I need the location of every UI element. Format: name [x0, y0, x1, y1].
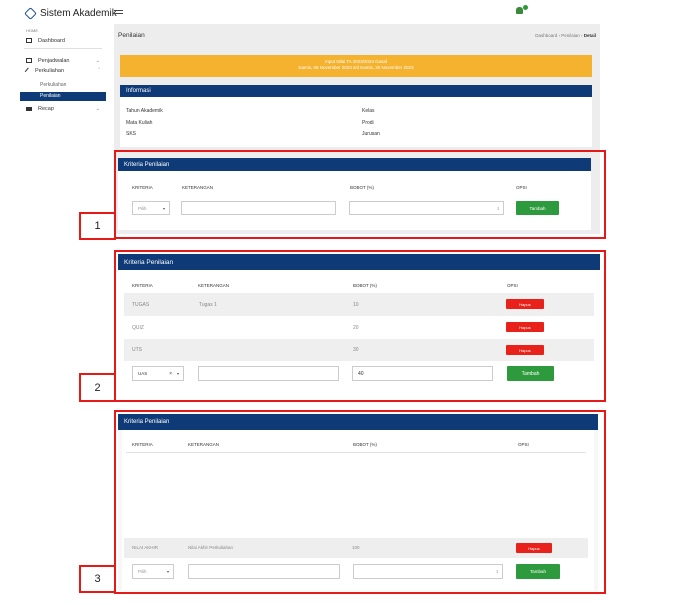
- info-label: Tahun Akademik: [126, 108, 163, 114]
- info-label: SKS: [126, 131, 137, 137]
- breadcrumb-detail: Detail: [583, 33, 596, 38]
- sidebar-item-dashboard[interactable]: Dashboard: [20, 36, 106, 45]
- sidebar-item-perkuliahan[interactable]: Perkuliahan ˆ: [20, 66, 106, 75]
- info-card: Informasi Tahun Akademik Mata Kuliah SKS…: [120, 85, 592, 147]
- sidebar-item-recap[interactable]: Recap ⌄: [20, 104, 106, 113]
- annotation-label-1: 1: [79, 212, 116, 240]
- sidebar-section-home: HOME: [26, 28, 38, 33]
- notification-bell-icon[interactable]: [516, 5, 528, 16]
- sidebar-subitem-perkuliahan[interactable]: Perkuliahan: [40, 82, 66, 88]
- page-header: Penilaian Dashboard › Penilaian › Detail: [118, 30, 596, 42]
- sidebar-item-label: Penjadwalan: [38, 57, 70, 64]
- breadcrumb-penilaian[interactable]: Penilaian: [561, 33, 580, 38]
- sidebar-item-label: Dashboard: [38, 37, 65, 44]
- highlight-box-1: [114, 150, 606, 239]
- dashboard-icon: [26, 38, 32, 43]
- breadcrumb: Dashboard › Penilaian › Detail: [535, 33, 596, 38]
- info-card-header: Informasi: [120, 85, 592, 97]
- logo-icon: [24, 7, 37, 20]
- info-label: Mata Kuliah: [126, 120, 153, 126]
- page-title: Penilaian: [118, 32, 145, 39]
- chevron-down-icon: ⌄: [95, 57, 100, 64]
- pencil-icon: [24, 67, 31, 74]
- sidebar-item-label: Perkuliahan: [35, 67, 65, 74]
- banner-dates: Kamis, 09 November 2023 s/d Kamis, 30 No…: [298, 65, 414, 71]
- info-label: Jurusan: [362, 131, 380, 137]
- highlight-box-3: [114, 410, 606, 594]
- info-label: Kelas: [362, 108, 375, 114]
- sidebar-subitem-penilaian[interactable]: Penilaian: [20, 92, 106, 101]
- brand-label: Sistem Akademik: [40, 8, 117, 19]
- sidebar-item-label: Recap: [38, 105, 54, 112]
- menu-toggle-icon[interactable]: [114, 10, 123, 16]
- calendar-icon: [26, 58, 32, 63]
- chevron-up-icon: ˆ: [98, 67, 100, 74]
- sidebar-item-penjadwalan[interactable]: Penjadwalan ⌄: [20, 56, 106, 65]
- recap-icon: [26, 106, 32, 111]
- app-brand[interactable]: Sistem Akademik: [24, 7, 117, 20]
- annotation-label-2: 2: [79, 373, 116, 402]
- breadcrumb-dashboard[interactable]: Dashboard: [535, 33, 557, 38]
- highlight-box-2: [114, 250, 606, 402]
- info-label: Prodi: [362, 120, 374, 126]
- period-banner: Input Nilai TA 2023/2024 Gasal Kamis, 09…: [120, 55, 592, 77]
- sidebar: HOME Dashboard Penjadwalan ⌄ Perkuliahan…: [20, 24, 106, 122]
- chevron-down-icon: ⌄: [95, 105, 100, 112]
- annotation-label-3: 3: [79, 565, 116, 593]
